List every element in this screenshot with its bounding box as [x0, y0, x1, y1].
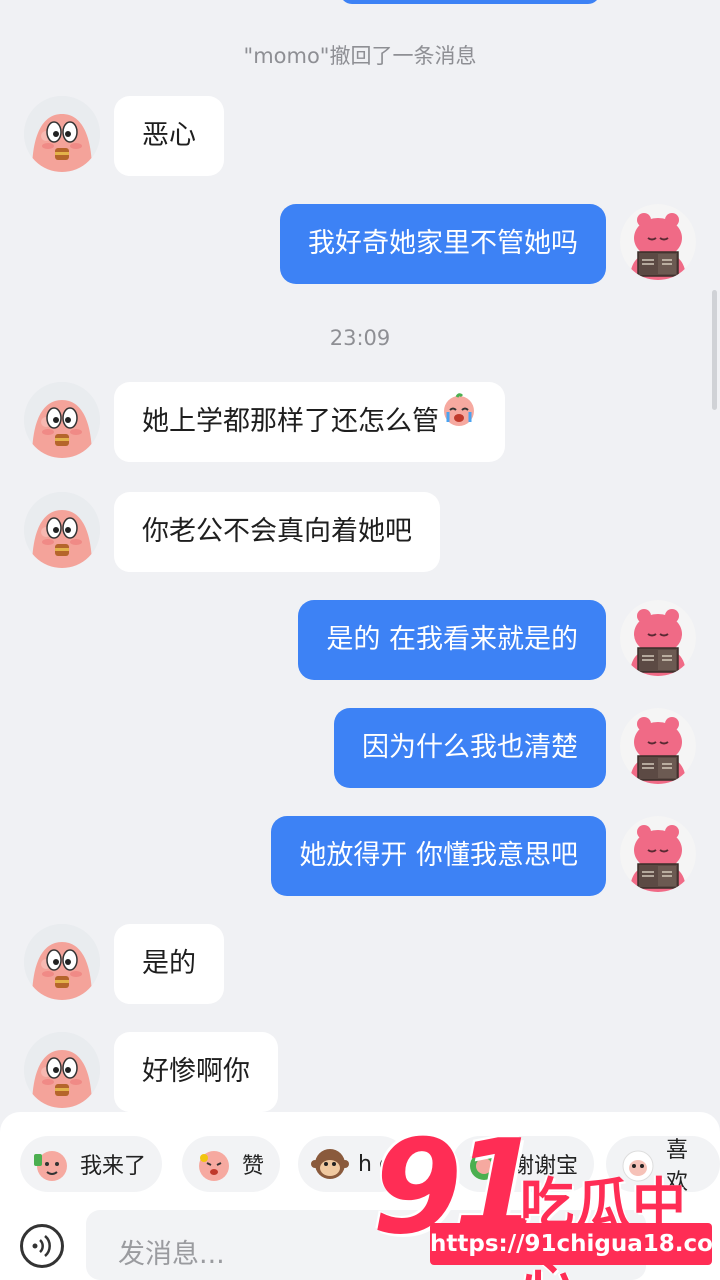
contact-avatar[interactable]: [24, 924, 100, 1000]
incoming-message[interactable]: 好惨啊你: [114, 1032, 278, 1112]
recall-notice: "momo"撤回了一条消息: [243, 44, 477, 68]
crying-face-icon: [441, 380, 477, 460]
watermark: 91 吃瓜中心 https://91chigua18.com: [370, 1111, 720, 1280]
contact-avatar[interactable]: [24, 492, 100, 568]
chat-message-list[interactable]: "momo"撤回了一条消息 恶心 我好奇她家里不管她吗 23:09 她上学都那样…: [0, 0, 720, 1112]
timestamp: 23:09: [329, 326, 391, 350]
contact-avatar[interactable]: [24, 1032, 100, 1108]
quick-reply-label: 我来了: [80, 1154, 147, 1179]
my-avatar[interactable]: [620, 204, 696, 280]
incoming-message[interactable]: 你老公不会真向着她吧: [114, 492, 440, 572]
my-avatar[interactable]: [620, 816, 696, 892]
scrollbar[interactable]: [712, 290, 717, 410]
watermark-url: https://91chigua18.com: [430, 1223, 720, 1265]
incoming-message-with-emoji[interactable]: 她上学都那样了还怎么管: [114, 382, 505, 462]
contact-avatar[interactable]: [24, 96, 100, 172]
outgoing-message[interactable]: 她放得开 你懂我意思吧: [271, 816, 606, 896]
thumbs-up-sticker-icon: [194, 1144, 234, 1184]
my-avatar[interactable]: [620, 600, 696, 676]
incoming-message-text: 她上学都那样了还怎么管: [142, 406, 439, 437]
outgoing-message[interactable]: 我好奇她家里不管她吗: [280, 204, 606, 284]
message-bubble-partial[interactable]: [340, 0, 600, 4]
outgoing-message[interactable]: 因为什么我也清楚: [334, 708, 606, 788]
sticker-icon: [32, 1144, 72, 1184]
outgoing-message[interactable]: 是的 在我看来就是的: [298, 600, 606, 680]
contact-avatar[interactable]: [24, 382, 100, 458]
quick-reply-chip[interactable]: 我来了: [20, 1136, 163, 1192]
quick-reply-chip[interactable]: 赞: [182, 1136, 281, 1192]
voice-input-icon[interactable]: [20, 1224, 64, 1268]
quick-reply-label: 赞: [242, 1154, 265, 1179]
incoming-message[interactable]: 是的: [114, 924, 224, 1004]
incoming-message[interactable]: 恶心: [114, 96, 224, 176]
my-avatar[interactable]: [620, 708, 696, 784]
monkey-sticker-icon: [310, 1144, 350, 1184]
message-input-placeholder: 发消息...: [118, 1239, 225, 1270]
